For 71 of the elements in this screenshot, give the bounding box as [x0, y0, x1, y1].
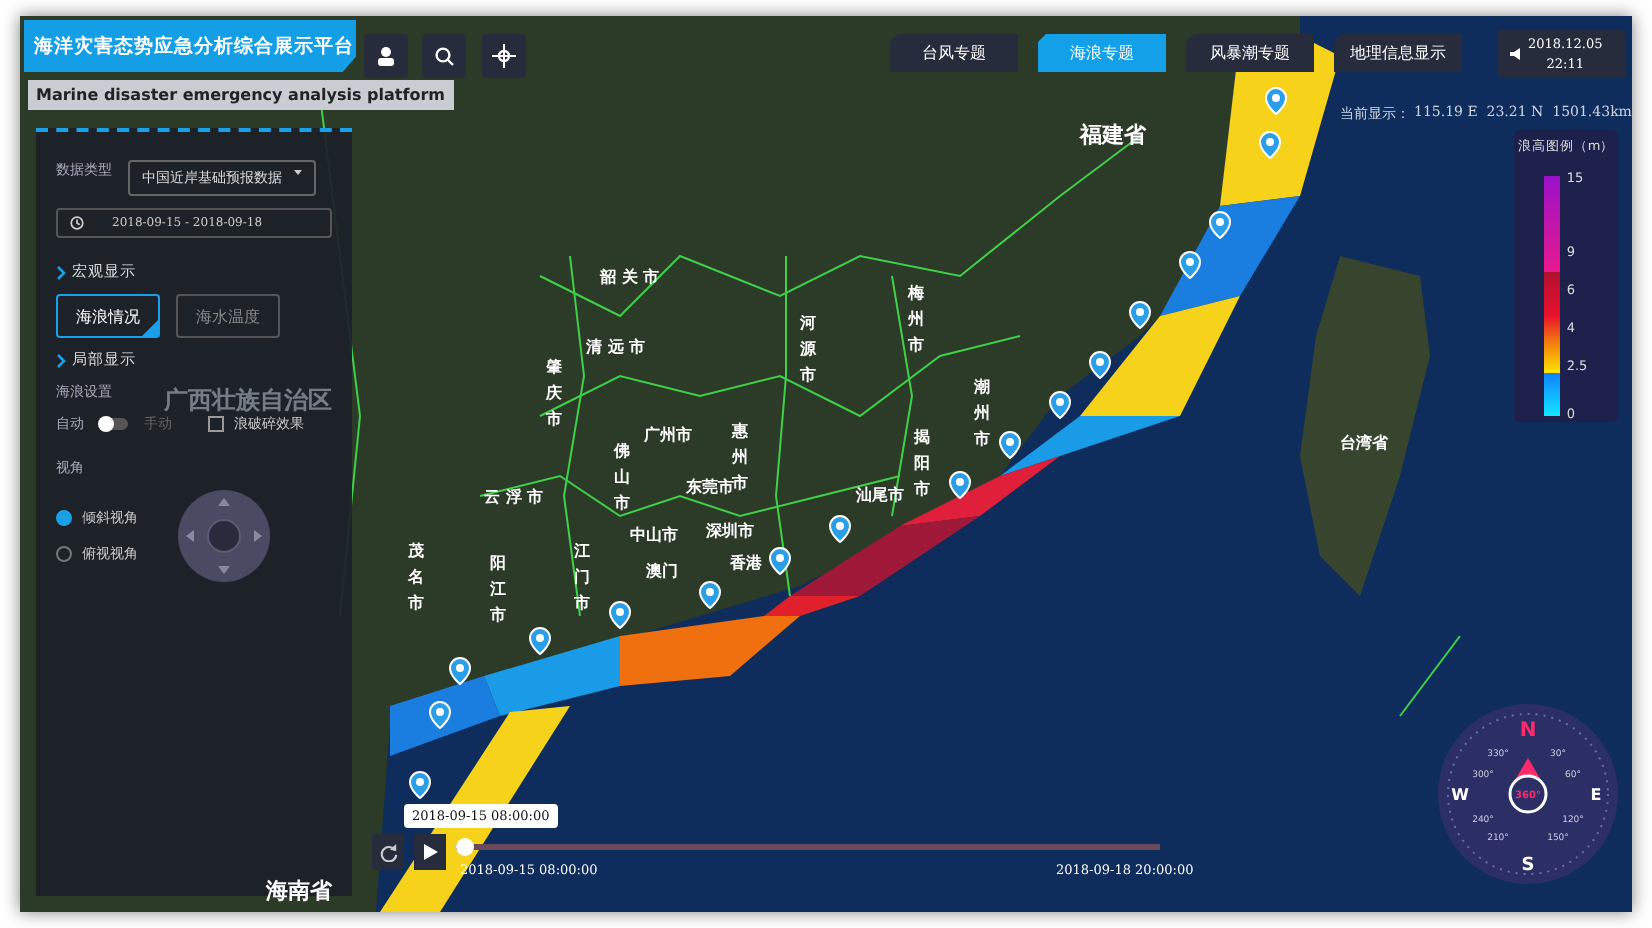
map-label: 佛山市: [614, 440, 630, 516]
map-label: 台湾省: [1340, 432, 1388, 454]
location-pin-icon[interactable]: [949, 471, 971, 499]
location-pin-icon[interactable]: [609, 601, 631, 629]
wave-height-band[interactable]: [1160, 196, 1300, 316]
map-label: 阳江市: [490, 552, 506, 628]
refresh-icon: [379, 843, 397, 861]
checkbox[interactable]: [208, 416, 224, 432]
app-title: 海洋灾害态势应急分析综合展示平台: [24, 20, 356, 72]
map-label: 深圳市: [706, 520, 754, 542]
map-label: 清 远 市: [586, 336, 646, 358]
map-label: 广州市: [644, 424, 692, 446]
chevron-icon: [56, 265, 66, 279]
timeline-slider[interactable]: [456, 838, 1160, 856]
app-subtitle: Marine disaster emergency analysis platform: [28, 80, 453, 110]
topic-tab[interactable]: 台风专题: [890, 34, 1018, 72]
location-pin-icon[interactable]: [829, 515, 851, 543]
search-icon: [434, 46, 454, 66]
location-pin-icon[interactable]: [769, 547, 791, 575]
wave-height-band[interactable]: [484, 636, 620, 716]
border-line: [1399, 635, 1461, 717]
location-pin-icon[interactable]: [699, 581, 721, 609]
map-label: 香港: [730, 552, 762, 574]
radio-button[interactable]: [56, 546, 72, 562]
wave-height-band[interactable]: [390, 676, 500, 756]
replay-button[interactable]: [372, 834, 404, 870]
mode-toggle[interactable]: [100, 418, 128, 430]
wave-height-band[interactable]: [1000, 416, 1180, 476]
location-pin-icon[interactable]: [1209, 211, 1231, 239]
location-pin-icon[interactable]: [1129, 301, 1151, 329]
wave-height-band[interactable]: [900, 456, 1060, 526]
chevron-icon: [56, 353, 66, 367]
direction-pad-icon[interactable]: [178, 490, 270, 582]
map-label: 东莞市: [686, 478, 734, 498]
crosshair-icon: [492, 44, 516, 68]
speaker-icon: [1510, 48, 1520, 60]
topic-tab[interactable]: 风暴潮专题: [1186, 34, 1314, 72]
map-label: 广西壮族自治区: [164, 384, 332, 416]
layer-button[interactable]: 海浪情况: [56, 294, 160, 338]
map-label: 肇庆市: [546, 356, 562, 432]
location-pin-icon[interactable]: [409, 771, 431, 799]
location-pin-icon[interactable]: [1179, 251, 1201, 279]
locate-button[interactable]: [482, 34, 526, 78]
location-pin-icon[interactable]: [1049, 391, 1071, 419]
map-label: 惠州市: [732, 420, 748, 492]
location-pin-icon[interactable]: [1089, 351, 1111, 379]
map-label: 中山市: [630, 524, 678, 546]
topic-tab[interactable]: 地理信息显示: [1334, 34, 1462, 72]
search-button[interactable]: [422, 34, 466, 78]
user-icon: [376, 46, 396, 66]
play-icon: [423, 844, 437, 860]
wave-height-band[interactable]: [1080, 296, 1240, 416]
radio-button[interactable]: [56, 510, 72, 526]
map-label: 河源市: [800, 312, 816, 388]
map-label: 潮州市: [974, 376, 990, 452]
location-pin-icon[interactable]: [999, 431, 1021, 459]
play-button[interactable]: [414, 834, 446, 870]
map-label: 海南省: [266, 876, 332, 906]
clock-icon: [70, 216, 84, 230]
map-label: 揭阳市: [914, 426, 930, 502]
map-label: 梅州市: [908, 282, 924, 358]
map-label: 云 浮 市: [484, 486, 544, 508]
map-label: 福建省: [1080, 120, 1146, 150]
location-pin-icon[interactable]: [529, 627, 551, 655]
map-label: 韶 关 市: [600, 266, 660, 288]
user-button[interactable]: [364, 34, 408, 78]
location-pin-icon[interactable]: [449, 657, 471, 685]
caret-icon: [294, 168, 302, 176]
map-label: 茂名市: [408, 540, 424, 616]
layer-button[interactable]: 海水温度: [176, 294, 280, 338]
map-label: 澳门: [646, 560, 678, 582]
